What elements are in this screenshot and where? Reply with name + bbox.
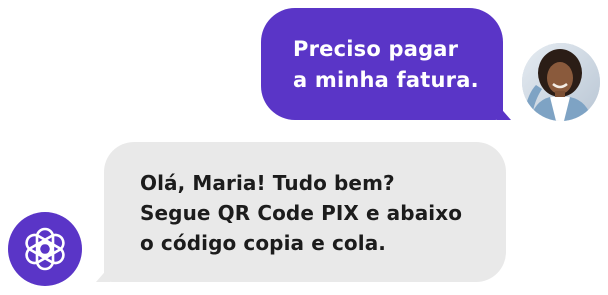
incoming-message-line-2: Segue QR Code PIX e abaixo bbox=[140, 201, 463, 225]
incoming-bubble-tail bbox=[96, 266, 110, 282]
user-avatar bbox=[522, 43, 600, 121]
outgoing-message-bubble: Preciso pagar a minha fatura. bbox=[261, 8, 511, 120]
incoming-message-line-1: Olá, Maria! Tudo bem? bbox=[140, 171, 395, 195]
chat-conversation: Preciso pagar a minha fatura. Olá, Maria… bbox=[0, 0, 608, 295]
bot-avatar bbox=[8, 212, 82, 286]
outgoing-bubble-tail bbox=[497, 104, 511, 120]
incoming-message-line-3: o código copia e cola. bbox=[140, 231, 386, 255]
openai-logo-icon bbox=[25, 227, 65, 271]
user-photo-avatar bbox=[522, 43, 600, 121]
outgoing-message-line-1: Preciso pagar bbox=[293, 37, 459, 61]
outgoing-message-line-2: a minha fatura. bbox=[293, 68, 479, 92]
incoming-message-bubble: Olá, Maria! Tudo bem? Segue QR Code PIX … bbox=[96, 142, 506, 282]
